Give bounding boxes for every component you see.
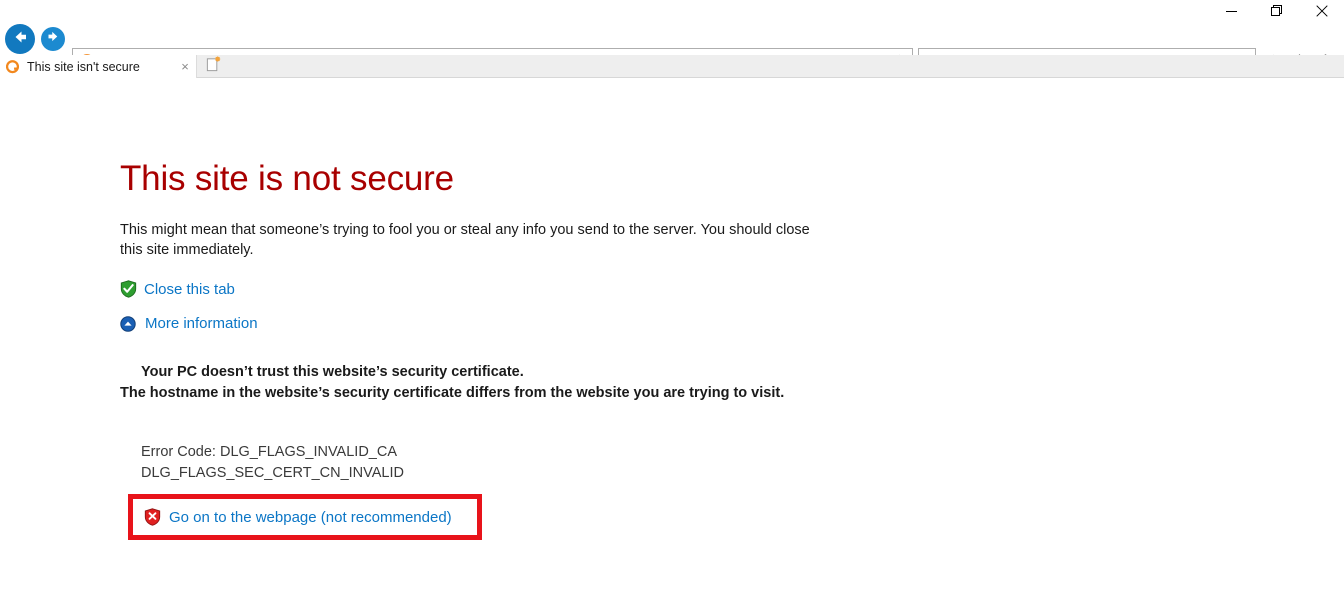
red-shield-x-icon: [144, 508, 161, 526]
more-information-link[interactable]: More information: [120, 315, 258, 332]
forward-button[interactable]: [41, 27, 65, 51]
error-code-text: Error Code: DLG_FLAGS_INVALID_CA DLG_FLA…: [141, 444, 404, 481]
tab-close-icon[interactable]: ×: [174, 56, 196, 78]
go-on-to-webpage-highlight-box[interactable]: Go on to the webpage (not recommended): [128, 494, 482, 540]
title-bar: [0, 0, 1344, 22]
window-controls: [1209, 0, 1344, 22]
tab-title: This site isn't secure: [27, 59, 140, 74]
close-this-tab-label[interactable]: Close this tab: [144, 281, 235, 298]
error-page: This site is not secure This might mean …: [0, 79, 1344, 592]
green-shield-check-icon: [120, 280, 144, 298]
page-body-text: This might mean that someone’s trying to…: [120, 222, 810, 258]
tab-item[interactable]: This site isn't secure ×: [0, 55, 197, 78]
more-information-label[interactable]: More information: [145, 315, 258, 332]
minimize-button[interactable]: [1209, 0, 1254, 22]
page-title: This site is not secure: [120, 159, 454, 198]
forward-arrow-icon: [46, 29, 61, 49]
go-on-to-webpage-label[interactable]: Go on to the webpage (not recommended): [169, 509, 452, 526]
restore-button[interactable]: [1254, 0, 1299, 22]
blue-circle-chevron-up-icon: [120, 315, 144, 332]
close-button[interactable]: [1299, 0, 1344, 22]
back-button[interactable]: [5, 24, 35, 54]
new-tab-icon: [205, 56, 222, 78]
back-arrow-icon: [11, 28, 29, 51]
navigation-bar: https://instant.arubanetworks.com:4343/: [0, 22, 1344, 74]
tab-favicon-icon: [6, 59, 20, 74]
detail-line-2: The hostname in the website’s security c…: [120, 384, 785, 401]
new-tab-button[interactable]: [199, 56, 227, 78]
tab-strip: This site isn't secure ×: [0, 55, 1344, 78]
close-this-tab-link[interactable]: Close this tab: [120, 280, 235, 298]
detail-line-1: Your PC doesn’t trust this website’s sec…: [141, 364, 524, 380]
certificate-detail-block: Your PC doesn’t trust this website’s sec…: [120, 362, 820, 404]
